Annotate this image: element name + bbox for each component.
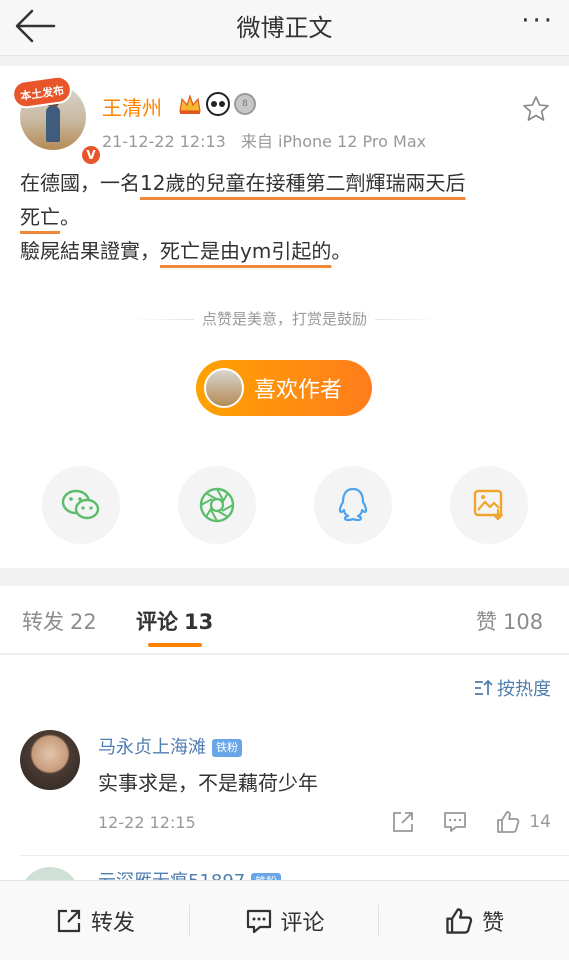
comment-icon [246,909,271,933]
comment-like-count: 14 [529,812,551,832]
tab-comment[interactable]: 评论 13 [136,606,213,636]
page-title: 微博正文 [236,14,333,42]
post-text-1c: 死亡 [20,205,60,229]
commenter-name-text: 马永贞上海滩 [98,737,206,758]
tab-repost-label: 转发 [22,610,64,634]
avatar-pendant-badge: 本土发布 [10,73,74,111]
post-text-1b: 12歲的兒童在接種第二劑輝瑞兩天后 [140,171,466,195]
repost-icon [57,909,80,932]
tab-repost-count: 22 [70,610,97,634]
wechat-icon[interactable] [42,466,120,544]
post-text-2c: 。 [331,239,352,263]
thumbs-up-icon [497,811,520,833]
like-author-button[interactable]: 喜欢作者 [196,360,372,416]
qq-icon[interactable] [314,466,392,544]
top-nav-bar: 微博正文 ··· [0,0,569,56]
tab-like-label: 赞 [476,610,497,634]
panda-badge-icon[interactable] [206,92,230,116]
share-row [0,466,569,546]
repost-button[interactable]: 转发 [0,881,190,960]
commenter-avatar[interactable] [20,730,80,790]
active-tab-indicator [148,643,202,647]
sort-icon [475,679,493,695]
comment-button[interactable]: 评论 [190,881,380,960]
post-time: 21-12-22 12:13 [102,132,226,151]
tab-like-count: 108 [503,610,544,634]
like-button[interactable]: 赞 [379,881,569,960]
reward-hint-text: 点赞是美意，打赏是鼓励 [201,310,367,328]
post-source: 来自 iPhone 12 Pro Max [240,132,427,151]
favorite-star-icon[interactable] [521,94,551,124]
comment-label: 评论 [280,910,325,936]
more-dots-icon[interactable]: ··· [515,8,555,36]
medal-badge-icon[interactable]: 8 [234,93,256,115]
post-text-1a: 在德國，一名 [20,171,140,195]
repost-label: 转发 [90,910,135,936]
comment-divider [20,855,569,856]
bottom-action-bar: 转发 评论 赞 [0,880,569,960]
tab-repost[interactable]: 转发 22 [22,606,97,636]
author-avatar[interactable]: 本土发布 V [10,73,102,166]
comment-actions: 14 [363,809,551,835]
verified-icon: V [80,144,102,166]
author-name[interactable]: 王清州 [102,92,162,121]
like-author-avatar [204,368,244,408]
save-image-icon[interactable] [450,466,528,544]
thumbs-up-icon [446,907,473,934]
comment-time: 12-22 12:15 [98,813,196,832]
reward-hint: 点赞是美意，打赏是鼓励 [0,308,569,329]
crown-badge-icon[interactable] [178,93,202,115]
avatar-figure [46,106,60,142]
sort-by-heat-button[interactable]: 按热度 [473,675,551,701]
user-badges: 8 [178,90,256,118]
tab-comment-label: 评论 [136,610,178,634]
post-text-1d: 。 [60,205,80,229]
post-body: 在德國，一名12歲的兒童在接種第二劑輝瑞兩天后 死亡。 驗屍結果證實，死亡是由y… [20,166,560,268]
tab-comment-count: 13 [184,610,214,634]
comment-text: 实事求是，不是藕荷少年 [98,771,318,795]
like-author-label: 喜欢作者 [254,378,343,403]
fan-badge: 铁粉 [212,739,242,757]
moments-icon[interactable] [178,466,256,544]
like-label: 赞 [482,910,505,936]
post-meta: 21-12-22 12:13 来自 iPhone 12 Pro Max [102,128,426,152]
comment-repost-icon[interactable] [391,810,415,834]
post-text-2b: 死亡是由ym引起的 [160,239,332,263]
comment-list: 按热度 马永贞上海滩 铁粉 实事求是，不是藕荷少年 12-22 12:15 14 … [0,655,569,882]
sort-label: 按热度 [497,679,551,700]
tab-like[interactable]: 赞 108 [476,606,543,636]
commenter-name[interactable]: 马永贞上海滩 铁粉 [98,733,242,759]
post-text-2a: 驗屍結果證實， [20,239,160,263]
post-tabs: 转发 22 评论 13 赞 108 [0,586,569,654]
post-card: 本土发布 V 王清州 8 21-12-22 12:13 来自 iPhone 12… [0,66,569,568]
comment-reply-icon[interactable] [443,810,467,834]
comment-like-button[interactable]: 14 [495,809,551,835]
